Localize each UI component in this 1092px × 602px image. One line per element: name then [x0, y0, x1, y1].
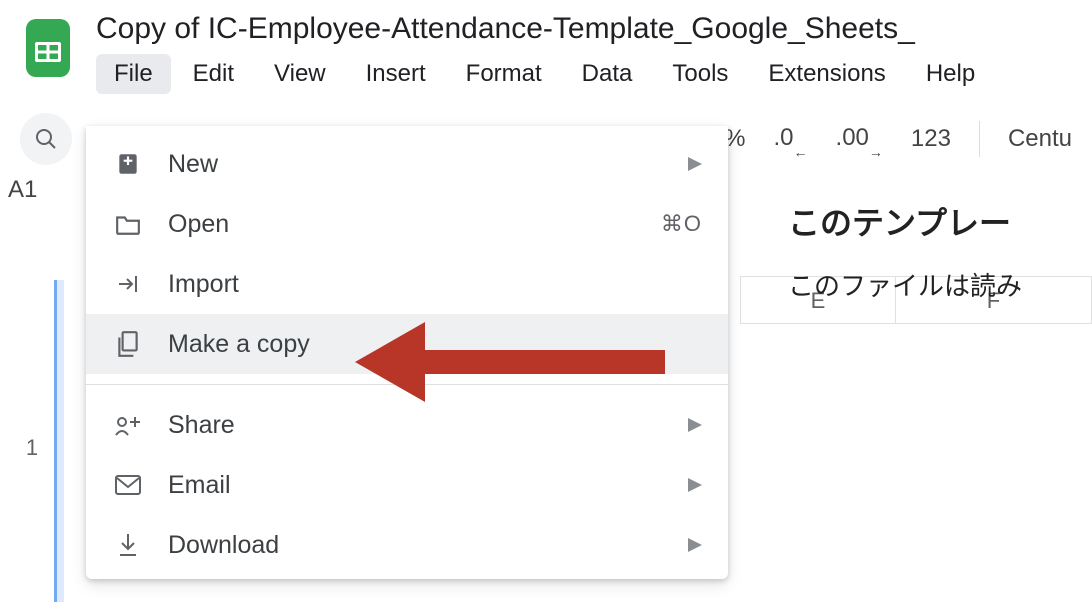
menu-help[interactable]: Help: [908, 54, 993, 94]
menu-import[interactable]: Import: [86, 254, 728, 314]
menu-insert[interactable]: Insert: [348, 54, 444, 94]
submenu-arrow-icon: [688, 538, 702, 552]
toolbar-font[interactable]: Centu: [1008, 125, 1072, 153]
selection-indicator: [54, 280, 64, 602]
menu-format[interactable]: Format: [448, 54, 560, 94]
menu-extensions[interactable]: Extensions: [750, 54, 903, 94]
menu-email-label: Email: [168, 471, 231, 500]
content-heading: このテンプレー: [788, 198, 1092, 244]
toolbar-separator: [979, 121, 980, 157]
share-icon: [112, 409, 144, 441]
file-menu-dropdown: New Open ⌘O Import Make a copy Share: [86, 126, 728, 579]
menu-make-a-copy-label: Make a copy: [168, 330, 310, 359]
folder-icon: [112, 208, 144, 240]
import-icon: [112, 268, 144, 300]
menu-make-a-copy[interactable]: Make a copy: [86, 314, 728, 374]
menu-open-label: Open: [168, 210, 229, 239]
sheets-logo[interactable]: [20, 12, 76, 84]
copy-icon: [112, 328, 144, 360]
toolbar-decrease-decimal[interactable]: .0←: [774, 124, 808, 154]
new-doc-icon: [112, 148, 144, 180]
email-icon: [112, 469, 144, 501]
menu-open-shortcut: ⌘O: [661, 211, 702, 237]
menu-separator: [86, 384, 728, 385]
toolbar-increase-decimal[interactable]: .00→: [836, 124, 883, 154]
cell-content: このテンプレー このファイルは読み: [788, 198, 1092, 303]
submenu-arrow-icon: [688, 478, 702, 492]
menu-share[interactable]: Share: [86, 395, 728, 455]
menu-file[interactable]: File: [96, 54, 171, 94]
menu-tools[interactable]: Tools: [654, 54, 746, 94]
menu-import-label: Import: [168, 270, 239, 299]
download-icon: [112, 529, 144, 561]
menu-download[interactable]: Download: [86, 515, 728, 575]
menu-download-label: Download: [168, 531, 279, 560]
menu-edit[interactable]: Edit: [175, 54, 252, 94]
toolbar-format-123[interactable]: 123: [911, 125, 951, 153]
menu-view[interactable]: View: [256, 54, 344, 94]
menu-email[interactable]: Email: [86, 455, 728, 515]
menu-new-label: New: [168, 150, 218, 179]
menu-share-label: Share: [168, 411, 235, 440]
menu-data[interactable]: Data: [564, 54, 651, 94]
menu-search-button[interactable]: [20, 113, 72, 165]
search-icon: [34, 127, 58, 151]
menu-bar: File Edit View Insert Format Data Tools …: [96, 54, 1072, 94]
submenu-arrow-icon: [688, 157, 702, 171]
content-body: このファイルは読み: [788, 266, 1092, 303]
menu-open[interactable]: Open ⌘O: [86, 194, 728, 254]
submenu-arrow-icon: [688, 418, 702, 432]
menu-new[interactable]: New: [86, 134, 728, 194]
doc-title[interactable]: Copy of IC-Employee-Attendance-Template_…: [96, 12, 1072, 46]
